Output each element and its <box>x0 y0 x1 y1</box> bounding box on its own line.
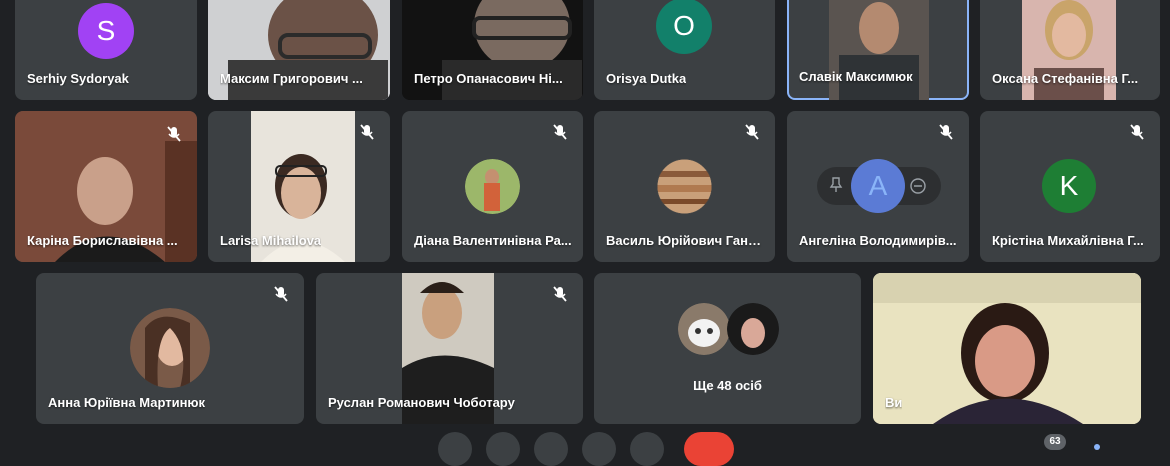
participant-name: Ангеліна Володимирів... <box>799 233 957 248</box>
participant-tile-diana[interactable]: Діана Валентинівна Ра... <box>402 111 583 262</box>
participant-name: Оксана Стефанівна Г... <box>992 71 1139 86</box>
participant-name: Larisa Mihailova <box>220 233 322 248</box>
muted-mic-icon <box>553 286 567 302</box>
participant-tile-oksana[interactable]: Оксана Стефанівна Г... <box>980 0 1160 100</box>
captions-button[interactable] <box>534 432 568 466</box>
participant-tile-karina[interactable]: Каріна Бориславівна ... <box>15 111 197 262</box>
more-participants-tile[interactable]: Ще 48 осіб <box>594 273 861 424</box>
end-call-button[interactable] <box>684 432 734 466</box>
video-feed <box>829 0 929 100</box>
participant-tile-larisa[interactable]: Larisa Mihailova <box>208 111 390 262</box>
muted-mic-icon <box>939 124 953 140</box>
participant-name: Serhiy Sydoryak <box>27 71 129 86</box>
participant-tile-vasyl[interactable]: Василь Юрійович Ганд... <box>594 111 775 262</box>
participant-tile-ruslan[interactable]: Руслан Романович Чоботару <box>316 273 583 424</box>
avatar: O <box>656 0 712 54</box>
camera-button[interactable] <box>486 432 520 466</box>
more-options-button[interactable] <box>630 432 664 466</box>
muted-mic-icon <box>1130 124 1144 140</box>
avatar <box>130 308 210 388</box>
muted-mic-icon <box>360 124 374 140</box>
avatar <box>465 159 520 214</box>
remove-icon[interactable] <box>909 177 927 195</box>
participant-tile-anna[interactable]: Анна Юріївна Мартинюк <box>36 273 304 424</box>
avatar: A <box>851 159 905 213</box>
muted-mic-icon <box>553 124 567 140</box>
participant-thumbnail <box>727 303 779 355</box>
participant-tile-orisya[interactable]: O Orisya Dutka <box>594 0 775 100</box>
participant-name: Петро Опанасович Ні... <box>414 71 563 86</box>
video-feed <box>873 273 1141 424</box>
participant-name: Каріна Бориславівна ... <box>27 233 178 248</box>
participant-tile-slavik[interactable]: Славік Максимюк <box>787 0 969 100</box>
participant-tile-maksym[interactable]: Максим Григорович ... <box>208 0 390 100</box>
participant-tile-kristina[interactable]: K Крістіна Михайлівна Г... <box>980 111 1160 262</box>
avatar <box>657 159 712 214</box>
participant-name: Крістіна Михайлівна Г... <box>992 233 1144 248</box>
participant-name: Ви <box>885 395 903 410</box>
mic-button[interactable] <box>438 432 472 466</box>
participant-name: Діана Валентинівна Ра... <box>414 233 572 248</box>
participant-tile-angelina[interactable]: A Ангеліна Володимирів... <box>787 111 969 262</box>
avatar: K <box>1042 159 1096 213</box>
self-tile[interactable]: Ви <box>873 273 1141 424</box>
muted-mic-icon <box>745 124 759 140</box>
participant-name: Василь Юрійович Ганд... <box>606 233 766 248</box>
participant-tile-petro[interactable]: Петро Опанасович Ні... <box>402 0 583 100</box>
participant-name: Славік Максимюк <box>799 69 913 84</box>
participant-name: Максим Григорович ... <box>220 71 363 86</box>
participant-thumbnail <box>678 303 730 355</box>
muted-mic-icon <box>274 286 288 302</box>
participant-name: Orisya Dutka <box>606 71 687 86</box>
participant-name: Анна Юріївна Мартинюк <box>48 395 206 410</box>
participant-tile-serhiy[interactable]: S Serhiy Sydoryak <box>15 0 197 100</box>
avatar: S <box>78 3 134 59</box>
muted-mic-icon <box>167 126 181 142</box>
more-participants-label: Ще 48 осіб <box>693 378 762 393</box>
pin-icon[interactable] <box>827 176 845 194</box>
participant-count-badge[interactable]: 63 <box>1044 434 1066 450</box>
people-icon[interactable] <box>1094 444 1100 450</box>
present-button[interactable] <box>582 432 616 466</box>
participant-name: Руслан Романович Чоботару <box>328 395 515 410</box>
